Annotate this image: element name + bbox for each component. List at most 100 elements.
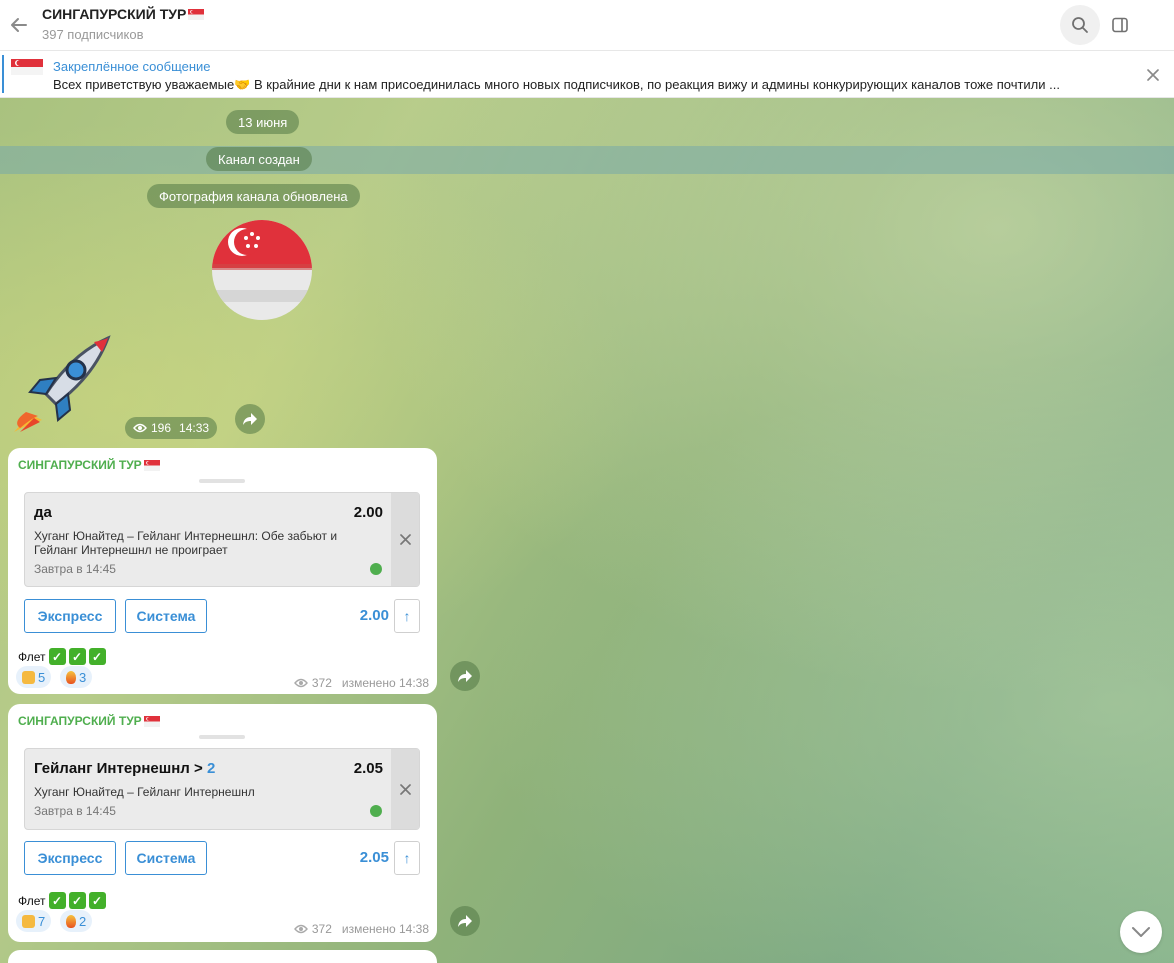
express-button[interactable]: Экспресс (24, 599, 116, 633)
reaction-thumbs-up[interactable]: 5 (16, 666, 52, 688)
service-channel-created: Канал создан (206, 147, 312, 171)
pinned-text: Всех приветствую уважаемые🤝 В крайние дн… (53, 77, 1060, 92)
reaction-fire[interactable]: 2 (60, 910, 93, 932)
bet-pick-number: 2 (206, 760, 216, 777)
pinned-message-bar[interactable]: Закреплённое сообщение Всех приветствую … (0, 51, 1174, 98)
forward-icon (243, 413, 257, 425)
reaction-fire[interactable]: 3 (60, 666, 93, 688)
bet-odd: 2.00 (353, 504, 383, 521)
caption-text: Флет (18, 893, 46, 908)
bet-odd: 2.05 (353, 760, 383, 777)
forward-icon (458, 670, 472, 682)
drag-handle (199, 479, 245, 483)
bet-pick: да (34, 504, 52, 521)
soccer-ball-icon (370, 805, 382, 817)
sidebar-toggle-button[interactable] (1100, 5, 1140, 45)
forward-button[interactable] (450, 906, 480, 936)
reaction-thumbs-up[interactable]: 7 (16, 910, 52, 932)
rocket-sticker[interactable] (12, 334, 112, 434)
chat-area[interactable]: 13 июня Канал создан Фотография канала о… (0, 98, 1174, 963)
message-author[interactable]: СИНГАПУРСКИЙ ТУР (18, 458, 160, 472)
close-icon (1147, 69, 1159, 81)
fire-icon (66, 670, 76, 684)
bet-card-body[interactable]: да 2.00 Хуганг Юнайтед – Гейланг Интерне… (25, 493, 391, 586)
bet-total: 2.05 (359, 849, 389, 866)
edited-time: изменено 14:38 (341, 676, 429, 690)
channel-title-area[interactable]: СИНГАПУРСКИЙ ТУР 397 подписчиков (42, 6, 205, 42)
remove-bet-button[interactable] (391, 493, 419, 586)
eye-icon (133, 423, 147, 433)
date-separator: 13 июня (226, 110, 300, 134)
singapore-flag-icon (143, 459, 160, 471)
message-bubble[interactable]: СИНГАПУРСКИЙ ТУР Гейланг Интернешнл > 2 … (8, 704, 437, 942)
remove-bet-button[interactable] (391, 749, 419, 829)
system-button[interactable]: Система (125, 841, 207, 875)
search-icon (1072, 17, 1088, 33)
rocket-icon (14, 335, 111, 432)
pinned-indicator (2, 55, 4, 93)
sticker-meta: 196 14:33 (125, 417, 218, 439)
eye-icon (293, 678, 308, 688)
channel-title: СИНГАПУРСКИЙ ТУР (42, 6, 205, 22)
check-mark-icon: ✓ (68, 892, 86, 909)
back-button[interactable] (6, 12, 32, 38)
singapore-flag-icon (212, 220, 312, 320)
service-photo-updated: Фотография канала обновлена (147, 184, 360, 208)
view-count: 372 (311, 922, 332, 936)
eye-icon (293, 924, 308, 934)
subscriber-count: 397 подписчиков (42, 27, 144, 42)
bet-card-body[interactable]: Гейланг Интернешнл > 2 2.05 Хуганг Юнайт… (25, 749, 391, 829)
check-mark-icon: ✓ (88, 892, 106, 909)
bet-pick: Гейланг Интернешнл > 2 (34, 760, 215, 777)
edited-time: изменено 14:38 (341, 922, 429, 936)
sidebar-toggle-icon (1112, 17, 1128, 33)
check-mark-icon: ✓ (68, 648, 86, 665)
bet-card[interactable]: да 2.00 Хуганг Юнайтед – Гейланг Интерне… (24, 492, 420, 587)
view-count: 372 (311, 676, 332, 690)
close-icon (399, 783, 411, 795)
bet-total: 2.00 (359, 607, 389, 624)
drag-handle (199, 735, 245, 739)
bet-pick-text: да (34, 504, 52, 521)
message-meta: 372 изменено 14:38 (293, 922, 429, 936)
singapore-flag-icon (11, 59, 43, 75)
message-author[interactable]: СИНГАПУРСКИЙ ТУР (18, 714, 160, 728)
pinned-close-button[interactable] (1144, 66, 1162, 84)
close-icon (399, 534, 411, 545)
bet-time: Завтра в 14:45 (34, 804, 116, 818)
message-bubble[interactable] (8, 950, 437, 963)
message-meta: 372 изменено 14:38 (293, 676, 429, 690)
pinned-label: Закреплённое сообщение (53, 59, 211, 74)
caption-text: Флет (18, 649, 46, 664)
thumbs-up-icon (22, 670, 35, 684)
check-mark-icon: ✓ (48, 892, 66, 909)
search-button[interactable] (1060, 5, 1100, 45)
scroll-to-bottom-button[interactable] (1120, 911, 1162, 953)
reaction-count: 5 (38, 669, 46, 685)
reaction-count: 2 (79, 913, 87, 929)
bet-match: Хуганг Юнайтед – Гейланг Интернешнл (34, 785, 255, 799)
system-button[interactable]: Система (125, 599, 207, 633)
singapore-flag-icon (188, 8, 205, 20)
channel-photo[interactable] (212, 220, 312, 320)
arrow-up-icon: ↑ (403, 608, 411, 624)
highlight-band (0, 146, 1174, 174)
fire-icon (66, 914, 76, 928)
expand-button[interactable]: ↑ (394, 599, 420, 633)
bet-card[interactable]: Гейланг Интернешнл > 2 2.05 Хуганг Юнайт… (24, 748, 420, 830)
bet-match: Хуганг Юнайтед – Гейланг Интернешнл: Обе… (34, 529, 338, 557)
bet-time: Завтра в 14:45 (34, 562, 116, 576)
express-button[interactable]: Экспресс (24, 841, 116, 875)
channel-title-text: СИНГАПУРСКИЙ ТУР (42, 6, 187, 22)
forward-icon (458, 915, 472, 927)
message-bubble[interactable]: СИНГАПУРСКИЙ ТУР да 2.00 Хуганг Юнайтед … (8, 448, 437, 694)
expand-button[interactable]: ↑ (394, 841, 420, 875)
soccer-ball-icon (370, 563, 382, 575)
sticker-views: 196 (151, 421, 172, 435)
forward-button[interactable] (450, 661, 480, 691)
check-mark-icon: ✓ (48, 648, 66, 665)
forward-button[interactable] (235, 404, 265, 434)
chevron-down-icon (1132, 927, 1150, 937)
reaction-count: 3 (79, 669, 87, 685)
chat-header: СИНГАПУРСКИЙ ТУР 397 подписчиков (0, 0, 1174, 51)
